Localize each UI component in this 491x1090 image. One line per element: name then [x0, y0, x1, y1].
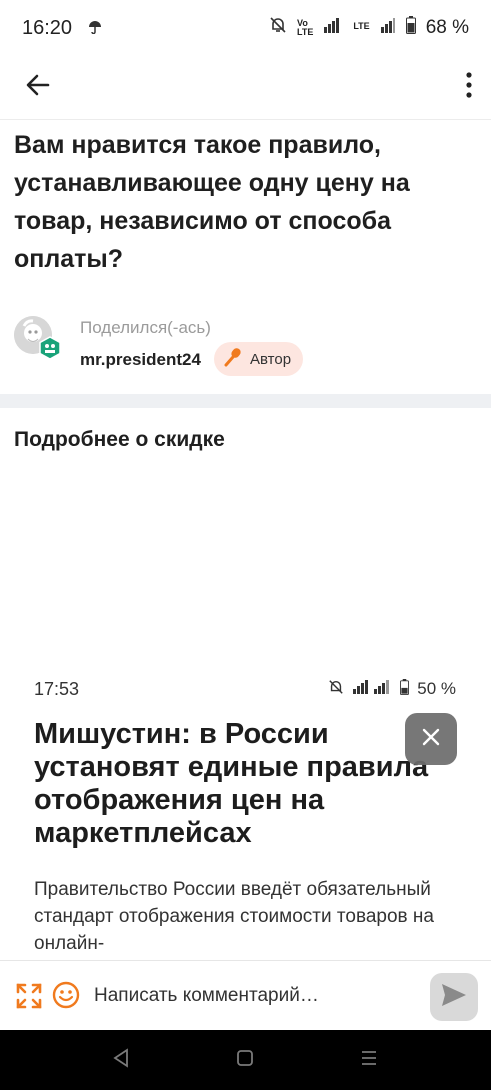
nav-recents-icon[interactable] [360, 1048, 378, 1073]
post-title: Вам нравится такое правило, устанавливаю… [14, 131, 410, 273]
volte-icon: Vo LTE [297, 19, 313, 37]
embedded-signal-icon [352, 679, 392, 699]
status-bar: 16:20 Vo LTE LTE 68 % [0, 0, 491, 56]
embedded-battery-icon [400, 678, 410, 700]
status-time: 16:20 [22, 16, 73, 39]
emoji-icon[interactable] [52, 981, 80, 1014]
app-bar [0, 56, 491, 120]
back-arrow-icon[interactable] [24, 71, 52, 104]
lte-label: LTE [353, 21, 370, 31]
nav-back-icon[interactable] [112, 1048, 130, 1073]
close-icon [421, 727, 441, 752]
nav-home-icon[interactable] [236, 1048, 254, 1073]
embedded-battery-percent: 50 % [417, 679, 456, 698]
send-icon [440, 982, 468, 1013]
send-button[interactable] [430, 973, 478, 1021]
umbrella-icon [88, 17, 102, 40]
author-block[interactable]: Поделился(-ась) mr.president24 Автор [14, 312, 474, 382]
more-vertical-icon[interactable] [465, 72, 473, 103]
close-embed-button[interactable] [405, 713, 457, 765]
comment-bar: Написать комментарий… [0, 960, 491, 1030]
embedded-body: Правительство России введёт обязательный… [34, 879, 434, 954]
volte-bottom-label: LTE [297, 27, 314, 37]
mute-icon [269, 16, 287, 40]
battery-percent: 68 % [425, 17, 469, 38]
comment-input[interactable]: Написать комментарий… [94, 985, 319, 1007]
system-nav-bar [0, 1030, 491, 1090]
microphone-icon [222, 346, 244, 372]
battery-icon [405, 16, 416, 40]
author-badge-label: Автор [250, 350, 292, 368]
embedded-screenshot[interactable]: 17:53 50 % Мишустин: в России установят … [0, 668, 491, 960]
embedded-status-bar: 17:53 50 % [34, 676, 456, 702]
expand-icon[interactable] [16, 983, 42, 1014]
section-title: Подробнее о скидке [14, 428, 225, 451]
signal-icon [323, 17, 343, 39]
embedded-mute-icon [328, 679, 344, 700]
section-divider [0, 394, 491, 408]
signal-icon-2 [380, 17, 396, 39]
shared-label: Поделился(-ась) [80, 318, 211, 337]
author-badge: Автор [214, 342, 304, 376]
embedded-status-time: 17:53 [34, 678, 80, 699]
username[interactable]: mr.president24 [80, 350, 201, 370]
level-badge-icon [38, 336, 62, 360]
